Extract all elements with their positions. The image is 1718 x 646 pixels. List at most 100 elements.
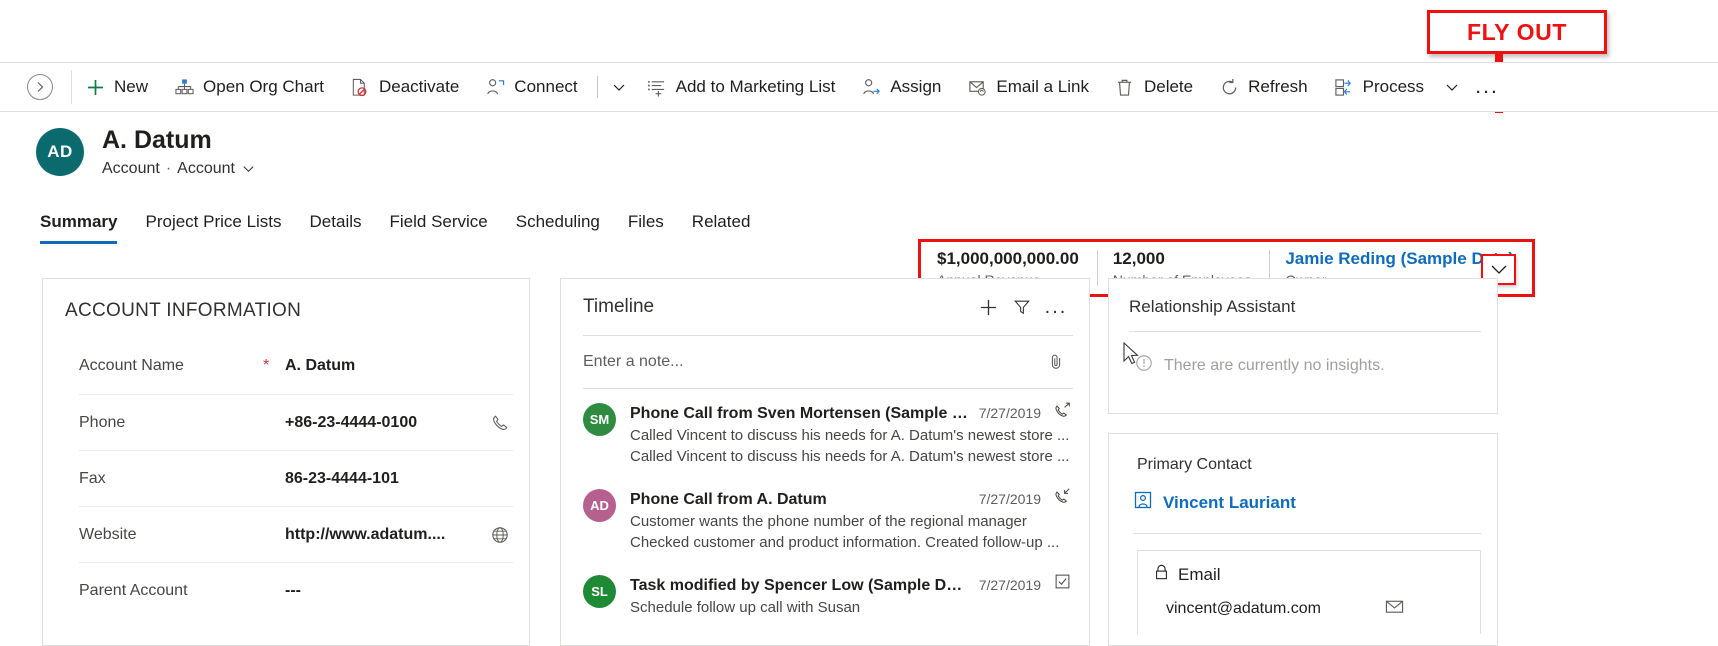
timeline-item-line1: Schedule follow up call with Susan: [630, 599, 861, 616]
flyout-callout-label: FLY OUT: [1466, 18, 1568, 45]
refresh-button[interactable]: Refresh: [1206, 67, 1321, 107]
timeline-item[interactable]: SL Task modified by Spencer Low (Sample …: [561, 561, 1089, 626]
fax-value: 86-23-4444-101: [285, 469, 399, 487]
timeline-filter-button[interactable]: [1005, 292, 1039, 322]
field-website[interactable]: Website http://www.adatum....: [79, 506, 513, 562]
website-value: http://www.adatum....: [285, 525, 446, 543]
dynamics-account-form: FLY OUT New Open Org Chart Deactivate Co…: [0, 0, 1718, 646]
open-org-chart-label: Open Org Chart: [203, 77, 324, 96]
timeline-item-subject: Phone Call from Sven Mortensen (Sample D…: [630, 405, 969, 422]
delete-label: Delete: [1143, 77, 1194, 96]
timeline-note-row[interactable]: Enter a note...: [561, 336, 1089, 388]
new-button-label: New: [114, 77, 149, 96]
email-value: vincent@adatum.com: [1166, 600, 1321, 617]
timeline-item-body: Task modified by Spencer Low (Sample Dat…: [630, 573, 1073, 616]
page-title: A. Datum: [102, 126, 212, 154]
tab-summary[interactable]: Summary: [26, 212, 131, 244]
parent-account-value: ---: [285, 581, 301, 599]
chevron-right-icon: [37, 82, 44, 92]
process-dropdown-button[interactable]: [1437, 70, 1467, 104]
connect-label: Connect: [514, 77, 578, 96]
primary-contact-label: Primary Contact: [1137, 456, 1252, 473]
add-to-list-icon: [647, 77, 667, 97]
breadcrumb-separator: ·: [165, 159, 172, 177]
tab-scheduling-label: Scheduling: [515, 212, 600, 231]
timeline-item[interactable]: AD Phone Call from A. Datum 7/27/2019 Cu…: [561, 475, 1089, 561]
process-button[interactable]: Process: [1321, 67, 1437, 107]
task-check-icon: [1051, 573, 1073, 590]
mail-icon[interactable]: [1385, 597, 1468, 621]
plus-icon: [85, 77, 105, 97]
record-breadcrumb: Account · Account: [102, 160, 255, 178]
primary-contact-divider: [1133, 533, 1481, 534]
email-a-link-button[interactable]: Email a Link: [954, 67, 1102, 107]
deactivate-icon: [350, 77, 370, 97]
timeline-section: Timeline ... Enter a note... SM Phone Ca…: [560, 278, 1090, 646]
email-value-row[interactable]: vincent@adatum.com: [1138, 585, 1480, 621]
command-overflow-button[interactable]: ...: [1467, 70, 1507, 104]
connect-dropdown-button[interactable]: [604, 70, 634, 104]
primary-contact-link[interactable]: Vincent Lauriant: [1109, 474, 1497, 515]
field-account-name[interactable]: Account Name * A. Datum: [79, 338, 513, 394]
tab-summary-label: Summary: [40, 212, 118, 231]
globe-icon[interactable]: [487, 526, 513, 544]
paperclip-icon[interactable]: [1039, 347, 1073, 377]
phone-value: +86-23-4444-0100: [285, 413, 418, 431]
form-selector[interactable]: Account: [177, 160, 255, 178]
timeline-add-button[interactable]: [971, 292, 1005, 322]
note-input-placeholder[interactable]: Enter a note...: [583, 353, 1039, 371]
tab-field-service[interactable]: Field Service: [376, 212, 502, 244]
timeline-title: Timeline: [583, 296, 655, 317]
new-button[interactable]: New: [72, 67, 161, 107]
command-divider: [596, 76, 598, 98]
primary-contact-name: Vincent Lauriant: [1163, 492, 1296, 512]
deactivate-button[interactable]: Deactivate: [337, 67, 472, 107]
timeline-item-body: Phone Call from A. Datum 7/27/2019 Custo…: [630, 487, 1073, 551]
avatar: AD: [36, 127, 84, 176]
timeline-item[interactable]: SM Phone Call from Sven Mortensen (Sampl…: [561, 389, 1089, 475]
timeline-more-label: ...: [1044, 296, 1068, 318]
tab-related[interactable]: Related: [678, 212, 765, 244]
assign-icon: [861, 77, 881, 97]
phone-icon[interactable]: [487, 414, 513, 432]
timeline-item-subject: Phone Call from A. Datum: [630, 491, 827, 508]
field-parent-account[interactable]: Parent Account ---: [79, 562, 513, 618]
phone-label: Phone: [79, 413, 126, 431]
account-information-title: ACCOUNT INFORMATION: [65, 300, 302, 321]
delete-button[interactable]: Delete: [1102, 67, 1206, 107]
relationship-assistant-section: Relationship Assistant There are current…: [1108, 278, 1498, 414]
add-icon: [980, 299, 996, 315]
command-bar: New Open Org Chart Deactivate Connect Ad…: [0, 62, 1718, 112]
tab-files-label: Files: [627, 212, 664, 231]
timeline-item-header: Task modified by Spencer Low (Sample Dat…: [630, 573, 1073, 595]
chevron-down-icon: [1446, 84, 1458, 91]
open-org-chart-button[interactable]: Open Org Chart: [161, 67, 337, 107]
refresh-label: Refresh: [1248, 77, 1308, 96]
assign-label: Assign: [890, 77, 942, 96]
relationship-assistant-title: Relationship Assistant: [1129, 297, 1296, 316]
timeline-item-line1: Called Vincent to discuss his needs for …: [630, 427, 1070, 444]
connect-button[interactable]: Connect: [472, 67, 590, 107]
timeline-item-header: Phone Call from A. Datum 7/27/2019: [630, 487, 1073, 509]
timeline-more-button[interactable]: ...: [1039, 292, 1073, 322]
add-to-marketing-list-button[interactable]: Add to Marketing List: [634, 67, 849, 107]
primary-contact-email-card: Email vincent@adatum.com: [1137, 550, 1481, 634]
timeline-item-date: 7/27/2019: [978, 491, 1041, 507]
chevron-down-icon: [613, 84, 625, 91]
tab-scheduling[interactable]: Scheduling: [502, 212, 614, 244]
parent-account-label: Parent Account: [79, 581, 188, 599]
field-phone[interactable]: Phone +86-23-4444-0100: [79, 394, 513, 450]
collapse-panel-button[interactable]: [27, 74, 53, 100]
assign-button[interactable]: Assign: [848, 67, 954, 107]
tab-files[interactable]: Files: [614, 212, 678, 244]
tab-details[interactable]: Details: [296, 212, 376, 244]
timeline-avatar: SL: [583, 575, 616, 608]
tab-project-price-lists[interactable]: Project Price Lists: [131, 212, 295, 244]
lock-icon: [1154, 564, 1169, 585]
field-fax[interactable]: Fax 86-23-4444-101: [79, 450, 513, 506]
timeline-item-header: Phone Call from Sven Mortensen (Sample D…: [630, 401, 1073, 423]
required-marker: *: [263, 357, 270, 374]
relationship-assistant-empty-text: There are currently no insights.: [1164, 356, 1385, 374]
connect-icon: [485, 77, 505, 97]
timeline-item-subject: Task modified by Spencer Low (Sample Dat…: [630, 577, 969, 594]
